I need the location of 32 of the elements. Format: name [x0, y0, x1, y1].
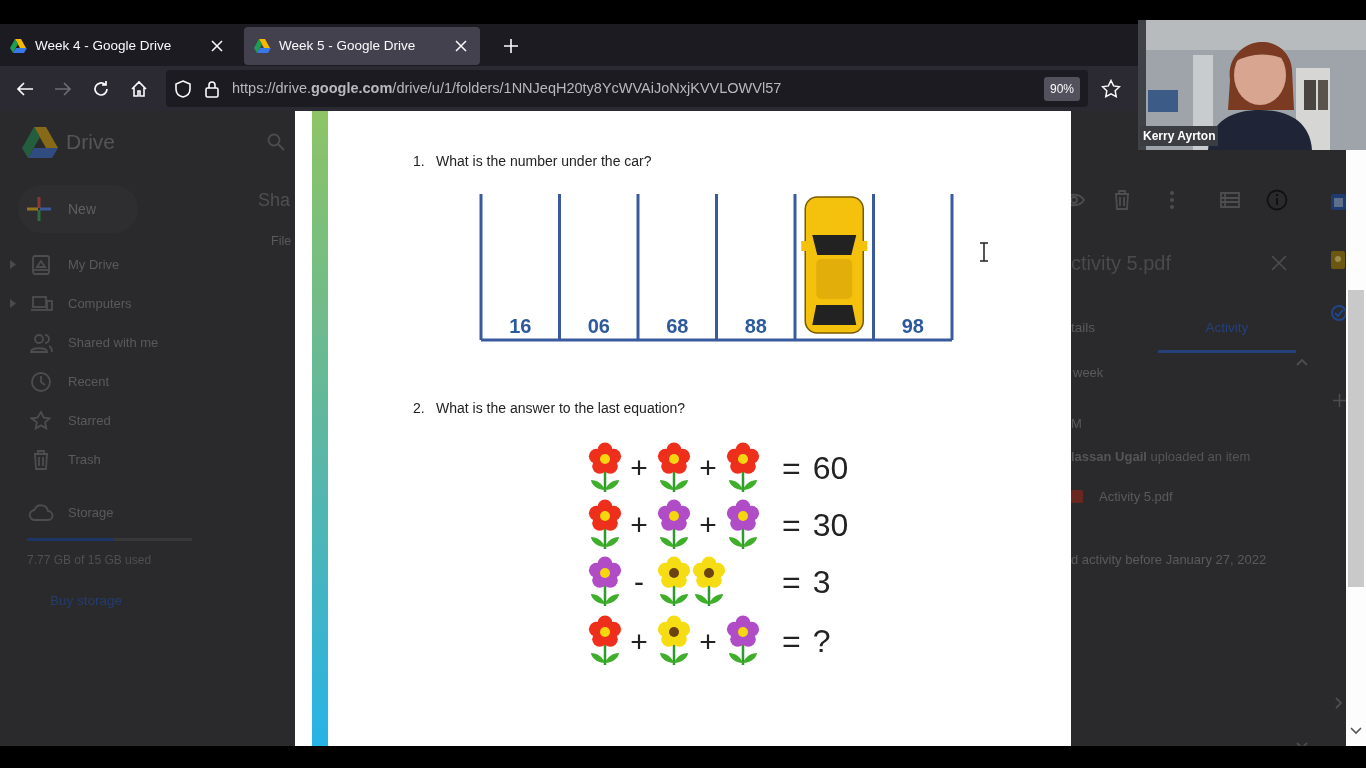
operator: + — [629, 507, 649, 543]
equals-sign: = — [782, 562, 801, 602]
question-number: 2. — [413, 399, 426, 418]
question-text: What is the number under the car? — [436, 152, 652, 171]
equation-result: ? — [812, 622, 831, 661]
slot-number: 16 — [509, 315, 532, 337]
zoom-badge[interactable]: 90% — [1043, 76, 1080, 101]
panel-tab[interactable]: Activity — [1158, 318, 1296, 354]
equation-result: 3 — [812, 562, 831, 602]
operator: - — [633, 564, 645, 600]
participant-name: Kerry Ayrton — [1140, 126, 1219, 146]
equation-result: 60 — [812, 448, 849, 488]
operator: + — [698, 507, 718, 543]
url-text: https://drive.google.com/drive/u/1/folders/1NNJeqH20ty8YcWVAiJoNxjKVVLOWVl57 — [232, 78, 782, 98]
slot-number: 98 — [901, 315, 924, 337]
equals-sign: = — [782, 448, 801, 488]
address-bar[interactable]: https://drive.google.com/drive/u/1/folders/1NNJeqH20ty8YcWVAiJoNxjKVVLOWVl57 90% — [166, 70, 1088, 107]
browser-tab[interactable]: Week 5 - Google Drive — [244, 27, 480, 65]
equals-sign: = — [782, 505, 801, 545]
equation-result: 30 — [812, 505, 849, 545]
buy-storage-link[interactable]: Buy storage — [50, 591, 123, 612]
browser-tab[interactable]: Week 4 - Google Drive — [0, 27, 236, 65]
operator: + — [629, 623, 649, 660]
equals-sign: = — [782, 622, 801, 661]
question-text: What is the answer to the last equation? — [436, 399, 686, 418]
slot-number: 88 — [744, 315, 767, 337]
operator: + — [629, 450, 649, 486]
question-number: 1. — [413, 152, 426, 171]
slot-number: 68 — [666, 315, 689, 337]
operator: + — [698, 450, 718, 486]
operator: + — [698, 623, 718, 660]
slot-number: 06 — [587, 315, 610, 337]
